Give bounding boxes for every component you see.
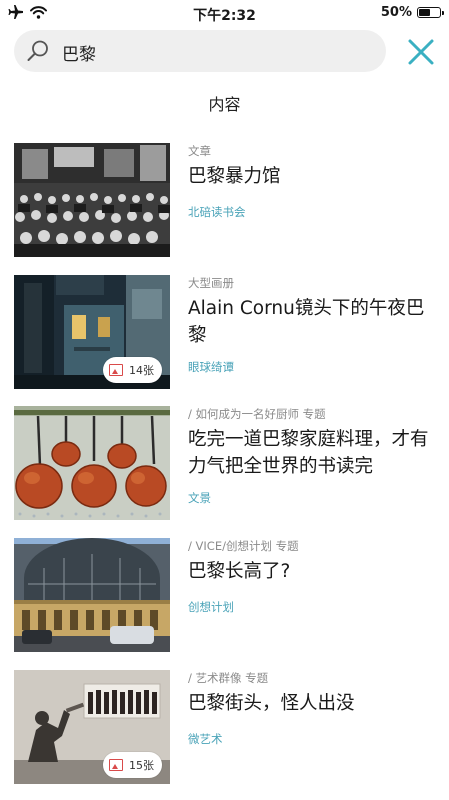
list-item[interactable]: 15张 / 艺术群像 专题 巴黎街头，怪人出没 微艺术 xyxy=(0,670,449,788)
item-source[interactable]: 微艺术 xyxy=(188,731,223,747)
item-category: 文章 xyxy=(188,144,211,158)
photo-icon xyxy=(109,759,123,771)
thumbnail-image[interactable] xyxy=(14,538,170,652)
thumbnail-image[interactable]: 15张 xyxy=(14,670,170,784)
close-icon[interactable] xyxy=(405,36,437,68)
photo-count: 14张 xyxy=(129,364,154,377)
item-category: / 艺术群像 专题 xyxy=(188,671,269,685)
item-title[interactable]: 巴黎暴力馆 xyxy=(188,163,436,190)
battery-icon xyxy=(417,7,444,18)
item-category: 大型画册 xyxy=(188,276,234,290)
photo-count: 15张 xyxy=(129,759,154,772)
item-title[interactable]: Alain Cornu镜头下的午夜巴黎 xyxy=(188,295,436,349)
battery-percent: 50% xyxy=(380,5,412,20)
item-title[interactable]: 巴黎街头，怪人出没 xyxy=(188,690,436,717)
item-source[interactable]: 眼球绮谭 xyxy=(188,359,234,375)
thumbnail-image[interactable] xyxy=(14,143,170,257)
thumbnail-image[interactable] xyxy=(14,406,170,520)
photo-count-badge: 14张 xyxy=(103,357,162,383)
item-source[interactable]: 文景 xyxy=(188,490,211,506)
search-icon xyxy=(27,40,48,61)
search-bar[interactable]: 巴黎 xyxy=(14,30,386,72)
item-source[interactable]: 创想计划 xyxy=(188,599,234,615)
photo-count-badge: 15张 xyxy=(103,752,162,778)
status-bar: 下午2:32 50% xyxy=(0,0,449,26)
item-title[interactable]: 巴黎长高了? xyxy=(188,558,436,585)
list-item[interactable]: / 如何成为一名好厨师 专题 吃完一道巴黎家庭料理，才有力气把全世界的书读完 文… xyxy=(0,406,449,524)
item-category: / 如何成为一名好厨师 专题 xyxy=(188,407,326,421)
item-title[interactable]: 吃完一道巴黎家庭料理，才有力气把全世界的书读完 xyxy=(188,426,436,480)
item-category: / VICE/创想计划 专题 xyxy=(188,539,299,553)
list-item[interactable]: 14张 大型画册 Alain Cornu镜头下的午夜巴黎 眼球绮谭 xyxy=(0,275,449,393)
list-item[interactable]: 文章 巴黎暴力馆 北碚读书会 xyxy=(0,143,449,261)
list-item[interactable]: / VICE/创想计划 专题 巴黎长高了? 创想计划 xyxy=(0,538,449,656)
photo-icon xyxy=(109,364,123,376)
section-title: 内容 xyxy=(208,95,241,114)
status-right: 50% xyxy=(380,5,444,20)
thumbnail-image[interactable]: 14张 xyxy=(14,275,170,389)
item-source[interactable]: 北碚读书会 xyxy=(188,204,246,220)
search-input[interactable]: 巴黎 xyxy=(62,40,96,65)
